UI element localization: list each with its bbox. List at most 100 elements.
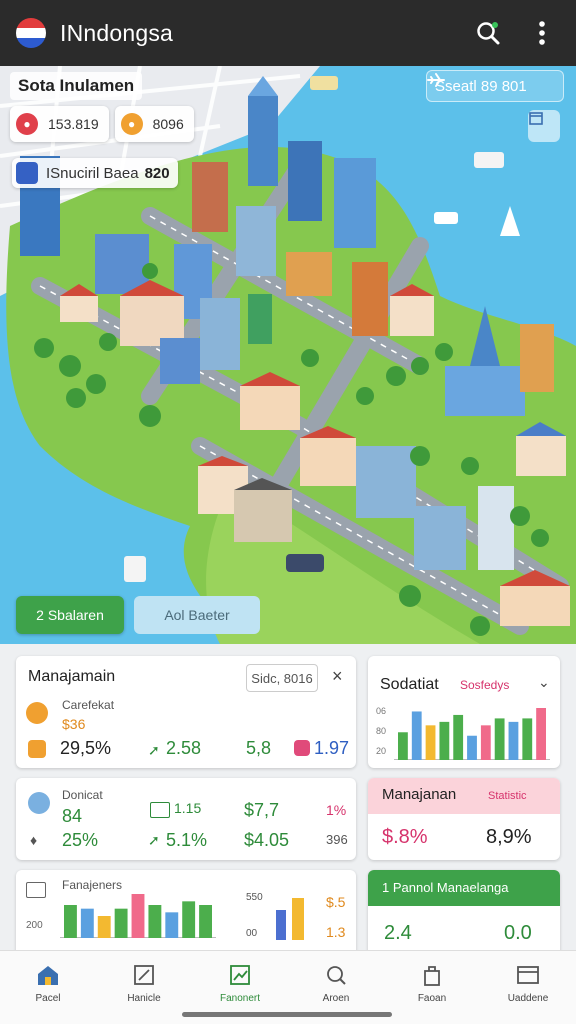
wallet-icon (26, 702, 48, 724)
fanajeners-bar-chart (60, 894, 216, 938)
search-button[interactable] (470, 15, 506, 51)
transfer-icon: ♦ (30, 832, 38, 848)
stat-index: 1.97 (314, 738, 350, 758)
coin-icon: ● (120, 113, 143, 135)
tag-icon (28, 740, 46, 758)
manajanan-card[interactable]: Manajanan Statistic $.8% 8,9% (368, 778, 560, 860)
printer-icon (26, 882, 46, 898)
stat-percentage: 29,5% (60, 738, 112, 758)
location-label: ISnuciril Baea (46, 164, 139, 182)
app-bar: INndongsa (0, 0, 576, 66)
nav-item-hanicle[interactable]: Hanicle (96, 951, 192, 1024)
search-icon (477, 22, 500, 45)
donicat-value: $7,7 (244, 800, 280, 820)
fanajeners-value: 1.3 (326, 924, 346, 940)
donicat-value: 396 (326, 832, 348, 847)
location-icon (16, 162, 38, 184)
more-menu-button[interactable] (524, 15, 560, 51)
donicat-value: $4.05 (244, 830, 290, 850)
management-card[interactable]: Manajamain Sidc, 8016 × Carefekat $36 29… (16, 656, 356, 768)
calendar-icon (529, 112, 543, 125)
map-search-box[interactable]: Sseatl 89 801 (426, 70, 564, 102)
nav-label: Fanonert (219, 993, 261, 1004)
management-subvalue: $36 (62, 716, 86, 732)
fanajeners-card[interactable]: Fanajeners 200 550 00 $.5 1.3 (16, 870, 356, 960)
chart-bar (467, 735, 477, 760)
coin-stat-chip[interactable]: ● 8096 (114, 106, 194, 142)
chart-bar (114, 908, 128, 938)
sodatiat-title: Sodatiat (380, 676, 439, 693)
chart-bar (480, 725, 491, 760)
home-icon (38, 966, 58, 985)
donicat-value: 1.15 (174, 800, 202, 816)
primary-map-button[interactable]: 2 Sbalaren (16, 596, 124, 634)
fanajeners-value: $.5 (326, 894, 346, 910)
badge-icon (294, 740, 310, 756)
management-filter[interactable]: Sidc, 8016 (246, 664, 318, 692)
fanajeners-title: Fanajeners (62, 878, 123, 892)
chart-bar (199, 905, 212, 938)
chart-bar (165, 912, 179, 938)
dashboard-panel: Manajamain Sidc, 8016 × Carefekat $36 29… (0, 644, 576, 960)
nav-item-uaddene[interactable]: Uaddene (480, 951, 576, 1024)
airplane-icon (427, 73, 445, 87)
map-search-label: Sseatl 89 801 (435, 77, 527, 95)
chart-icon (230, 965, 250, 985)
stat-growth: 2.58 (166, 738, 202, 758)
donicat-value: 5.1% (166, 830, 208, 850)
chart-bar (131, 894, 145, 938)
chart-bar (80, 908, 94, 938)
chart-bar (453, 714, 464, 760)
management-subtitle: Carefekat (62, 698, 115, 712)
chart-bar (64, 905, 77, 938)
donicat-value: 25% (62, 830, 99, 850)
nav-item-faoan[interactable]: Faoan (384, 951, 480, 1024)
axis-label: 200 (26, 920, 43, 931)
app-title: INndongsa (60, 19, 174, 46)
secondary-map-button[interactable]: Aol Baeter (134, 596, 260, 634)
pannol-value: 0.0 (504, 922, 532, 944)
nav-item-pacel[interactable]: Pacel (0, 951, 96, 1024)
chart-bar (494, 718, 505, 760)
chart-bar (182, 901, 196, 938)
axis-label: 00 (246, 928, 258, 939)
trend-up-icon: ➚ (148, 742, 160, 758)
pannol-value: 2.4 (384, 922, 412, 944)
home-indicator (182, 1012, 392, 1017)
manajanan-value: 8,9% (486, 826, 532, 848)
axis-label: 06 (376, 706, 387, 716)
donicat-value: 1% (326, 802, 347, 818)
manajanan-badge: Statistic (488, 790, 527, 802)
nav-label: Hanicle (127, 993, 161, 1004)
nav-label: Faoan (417, 993, 447, 1004)
axis-label: 80 (376, 726, 387, 736)
city-map[interactable]: Sota Inulamen ● 153.819 ● 8096 ISnuciril… (0, 66, 576, 644)
stat-value: 153.819 (48, 116, 99, 132)
chart-bar (398, 732, 408, 760)
chart-bar (508, 721, 519, 760)
chart-bar (148, 905, 162, 938)
location-chip[interactable]: ISnuciril Baea 820 (12, 158, 178, 188)
chart-bar (439, 721, 450, 760)
window-icon (517, 966, 539, 984)
axis-label: 20 (376, 746, 387, 756)
chevron-down-icon[interactable]: ⌄ (538, 674, 550, 691)
chart-bar (425, 725, 436, 760)
donicat-title: Donicat (62, 788, 103, 802)
chart-bar (411, 711, 422, 760)
sodatiat-card[interactable]: Sodatiat Sosfedys ⌄ 06 80 20 (368, 656, 560, 768)
map-stat-chips: ● 153.819 ● 8096 (10, 106, 194, 142)
donicat-card[interactable]: Donicat 84 1.15 $7,7 1% ♦ 25% ➚ 5.1% $4.… (16, 778, 356, 860)
population-stat-chip[interactable]: ● 153.819 (10, 106, 109, 142)
pin-icon: ● (16, 113, 38, 135)
pannol-card[interactable]: 1 Pannol Manaelanga 2.4 0.0 (368, 870, 560, 960)
app-logo-icon (16, 18, 46, 48)
trend-up-icon: ➚ (148, 832, 160, 848)
donicat-value: 84 (62, 806, 83, 826)
nav-label: Aroen (322, 993, 350, 1004)
pannol-title: 1 Pannol Manaelanga (382, 880, 509, 895)
map-layers-button[interactable] (528, 110, 560, 142)
close-icon[interactable]: × (332, 666, 343, 687)
manajanan-title: Manajanan (382, 786, 457, 803)
map-illustration (0, 66, 576, 644)
